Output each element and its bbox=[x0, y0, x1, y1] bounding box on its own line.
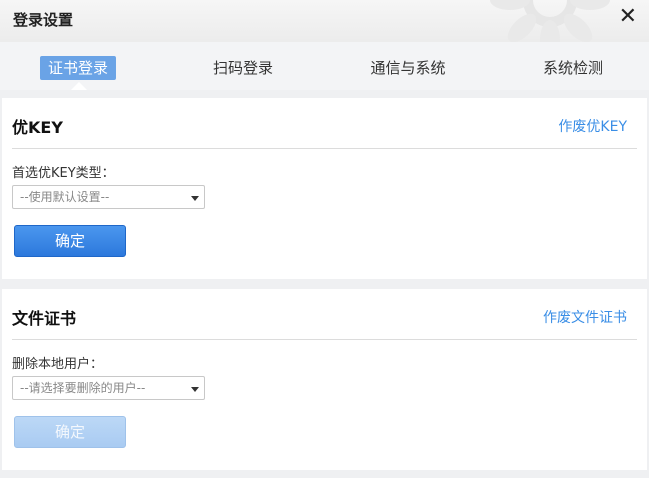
file-cert-confirm-button[interactable]: 确定 bbox=[14, 416, 126, 448]
tab-system-check[interactable]: 系统检测 bbox=[535, 56, 611, 80]
delete-user-select[interactable]: --请选择要删除的用户-- bbox=[12, 376, 205, 400]
tab-scan-login[interactable]: 扫码登录 bbox=[205, 56, 281, 80]
ukey-title: 优KEY bbox=[12, 118, 63, 137]
title-bar: 登录设置 ✕ bbox=[0, 0, 649, 42]
revoke-file-cert-link[interactable]: 作废文件证书 bbox=[543, 307, 627, 327]
revoke-ukey-link[interactable]: 作废优KEY bbox=[558, 116, 627, 136]
ukey-type-select[interactable]: --使用默认设置-- bbox=[12, 185, 205, 209]
divider bbox=[12, 339, 637, 340]
flower-watermark-icon bbox=[490, 0, 610, 42]
delete-user-label: 删除本地用户： bbox=[12, 357, 104, 372]
tab-bar: 证书登录 扫码登录 通信与系统 系统检测 bbox=[0, 42, 649, 90]
window-title: 登录设置 bbox=[13, 11, 74, 29]
chevron-down-icon bbox=[191, 196, 199, 201]
ukey-type-label: 首选优KEY类型： bbox=[12, 166, 115, 181]
chevron-down-icon bbox=[191, 387, 199, 392]
tab-cert-login[interactable]: 证书登录 bbox=[39, 56, 117, 80]
active-tab-pointer bbox=[71, 82, 87, 90]
close-icon[interactable]: ✕ bbox=[619, 5, 637, 29]
tab-comm-system[interactable]: 通信与系统 bbox=[362, 56, 453, 80]
delete-user-value: --请选择要删除的用户-- bbox=[20, 381, 146, 395]
file-cert-panel: 文件证书 作废文件证书 删除本地用户： --请选择要删除的用户-- 确定 bbox=[2, 289, 647, 470]
file-cert-title: 文件证书 bbox=[12, 309, 77, 328]
ukey-panel: 优KEY 作废优KEY 首选优KEY类型： --使用默认设置-- 确定 bbox=[2, 98, 647, 279]
ukey-type-value: --使用默认设置-- bbox=[20, 190, 110, 204]
divider bbox=[12, 148, 637, 149]
ukey-confirm-button[interactable]: 确定 bbox=[14, 225, 126, 257]
